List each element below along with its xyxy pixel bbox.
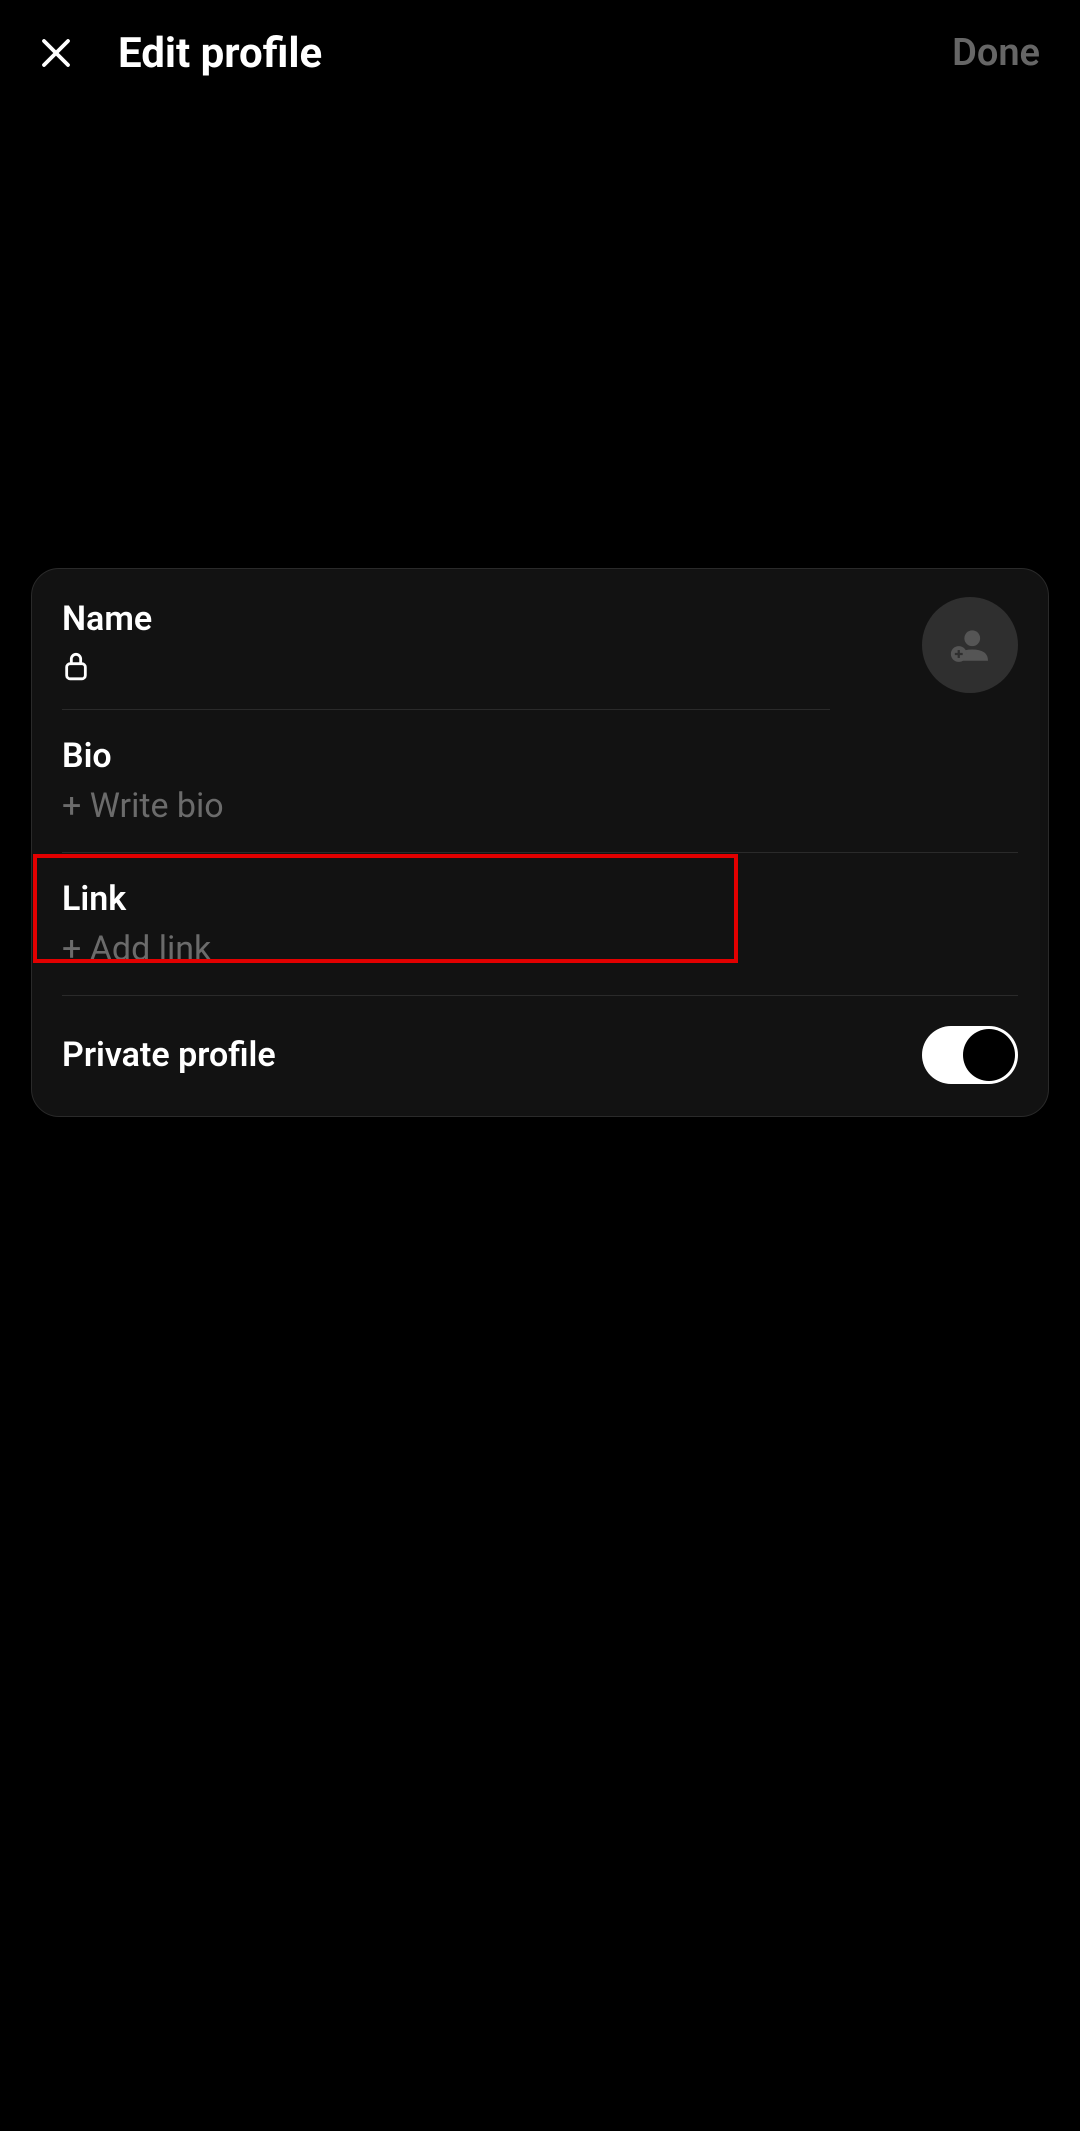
done-button[interactable]: Done <box>952 31 1040 75</box>
link-label: Link <box>62 879 1018 919</box>
close-icon[interactable] <box>38 35 74 71</box>
header: Edit profile Done <box>0 0 1080 106</box>
page-title: Edit profile <box>118 29 322 78</box>
name-value <box>62 649 1018 683</box>
bio-label: Bio <box>62 736 1018 776</box>
name-label: Name <box>62 599 1018 639</box>
link-field[interactable]: Link + Add link <box>62 853 1018 995</box>
bio-placeholder: + Write bio <box>62 786 1018 826</box>
private-profile-toggle[interactable] <box>922 1026 1018 1084</box>
private-profile-row: Private profile <box>62 996 1018 1088</box>
header-left: Edit profile <box>38 29 322 78</box>
private-profile-label: Private profile <box>62 1035 276 1075</box>
name-field[interactable]: Name <box>62 597 1018 709</box>
link-placeholder: + Add link <box>62 929 1018 969</box>
lock-icon <box>62 649 90 683</box>
toggle-knob <box>963 1029 1015 1081</box>
bio-field[interactable]: Bio + Write bio <box>62 710 1018 852</box>
edit-profile-card: Name Bio + Write bio <box>31 568 1049 1117</box>
avatar-add-button[interactable] <box>922 597 1018 693</box>
